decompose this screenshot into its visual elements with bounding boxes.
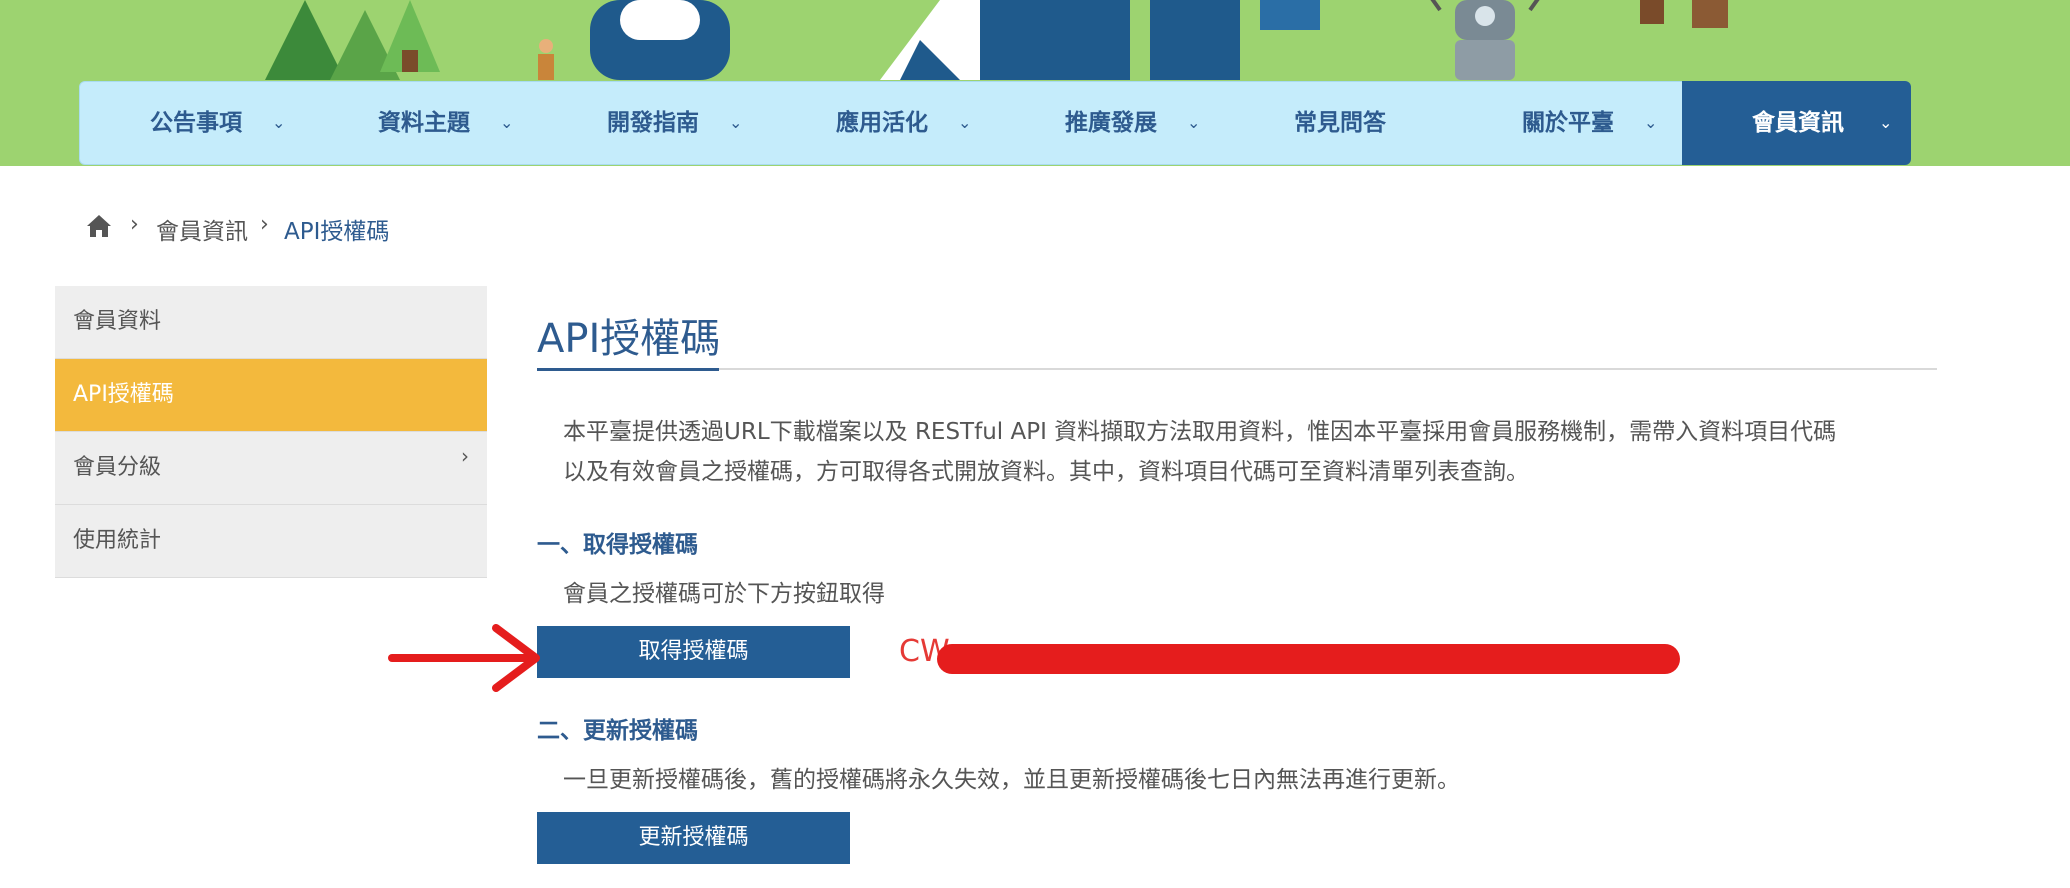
title-underline — [537, 368, 719, 371]
nav-item-promotion[interactable]: 推廣發展 — [1065, 82, 1157, 164]
breadcrumb-current: API授權碼 — [284, 219, 390, 245]
get-api-key-button[interactable]: 取得授權碼 — [537, 626, 850, 678]
sidebar-item-label: 會員分級 — [73, 455, 162, 480]
home-icon[interactable] — [86, 213, 112, 239]
section-heading-renew-key: 二、更新授權碼 — [537, 718, 698, 744]
sidebar-item-label: API授權碼 — [73, 382, 174, 407]
intro-line: 本平臺提供透過URL下載檔案以及 RESTful API 資料擷取方法取用資料，… — [563, 419, 1837, 445]
intro-paragraph: 本平臺提供透過URL下載檔案以及 RESTful API 資料擷取方法取用資料，… — [563, 412, 1937, 492]
nav-item-faq[interactable]: 常見問答 — [1294, 82, 1386, 164]
breadcrumb-item-member-info[interactable]: 會員資訊 — [156, 212, 248, 246]
annotation-arrow-icon — [388, 624, 540, 692]
chevron-down-icon: ⌄ — [1879, 113, 1893, 132]
sidebar-item-label: 使用統計 — [73, 528, 162, 553]
main-nav: 公告事項 ⌄ 資料主題 ⌄ 開發指南 ⌄ 應用活化 ⌄ 推廣發展 ⌄ 常見問答 … — [79, 81, 1911, 165]
sidebar-item-member-level[interactable]: 會員分級 › — [55, 432, 487, 505]
nav-item-applications[interactable]: 應用活化 — [836, 82, 928, 164]
chevron-down-icon[interactable]: ⌄ — [272, 82, 285, 164]
chevron-down-icon[interactable]: ⌄ — [500, 82, 513, 164]
chevron-down-icon[interactable]: ⌄ — [1187, 82, 1200, 164]
chevron-right-icon: › — [461, 444, 469, 468]
tree-illustration — [265, 0, 440, 80]
sidebar-item-member-profile[interactable]: 會員資料 — [55, 286, 487, 359]
section-desc-renew-key: 一旦更新授權碼後，舊的授權碼將永久失效，並且更新授權碼後七日內無法再進行更新。 — [563, 767, 1460, 793]
redaction-mark — [937, 644, 1680, 674]
chevron-down-icon[interactable]: ⌄ — [958, 82, 971, 164]
nav-item-member-info[interactable]: 會員資訊 ⌄ — [1682, 81, 1911, 165]
breadcrumb-separator: › — [130, 212, 139, 237]
sidebar-menu: 會員資料 API授權碼 會員分級 › 使用統計 — [55, 286, 487, 578]
robot-illustration — [1430, 0, 1540, 80]
renew-api-key-button[interactable]: 更新授權碼 — [537, 812, 850, 864]
sidebar-item-label: 會員資料 — [73, 309, 162, 334]
page-title: API授權碼 — [537, 316, 721, 362]
sidebar-item-api-key[interactable]: API授權碼 — [55, 359, 487, 432]
box-illustration — [1640, 0, 1728, 28]
chevron-down-icon[interactable]: ⌄ — [729, 82, 742, 164]
nav-item-about[interactable]: 關於平臺 — [1522, 82, 1614, 164]
title-divider — [537, 368, 1937, 370]
section-desc-get-key: 會員之授權碼可於下方按鈕取得 — [563, 581, 885, 607]
nav-item-dev-guide[interactable]: 開發指南 — [607, 82, 699, 164]
nav-item-label: 會員資訊 — [1752, 110, 1844, 136]
person-illustration — [538, 39, 554, 80]
open-data-letters — [590, 0, 1320, 80]
chevron-down-icon[interactable]: ⌄ — [1644, 82, 1657, 164]
sidebar-item-usage-stats[interactable]: 使用統計 — [55, 505, 487, 578]
nav-item-data-topics[interactable]: 資料主題 — [378, 82, 470, 164]
breadcrumb-separator: › — [260, 212, 269, 237]
section-heading-get-key: 一、取得授權碼 — [537, 532, 698, 558]
nav-item-announcements[interactable]: 公告事項 — [150, 82, 242, 164]
intro-line: 以及有效會員之授權碼，方可取得各式開放資料。其中，資料項目代碼可至資料清單列表查… — [563, 459, 1529, 485]
